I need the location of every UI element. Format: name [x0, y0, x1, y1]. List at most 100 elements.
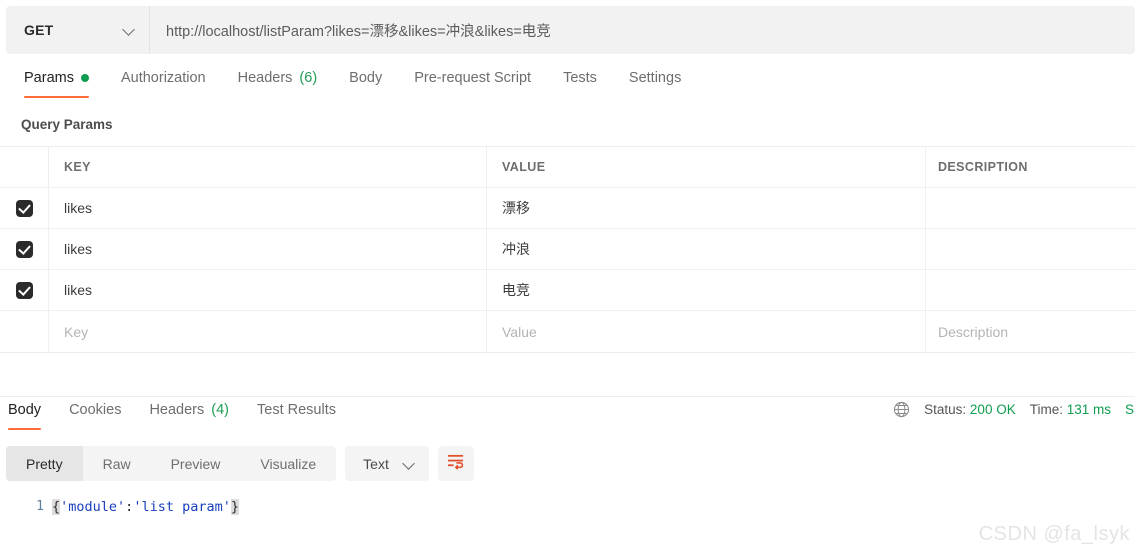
tab-headers-count: (6): [299, 70, 318, 86]
row-description-cell[interactable]: [926, 270, 1135, 310]
tab-settings-label: Settings: [628, 70, 682, 86]
table-row: likes 电竞: [0, 270, 1135, 311]
new-param-key-placeholder: Key: [64, 323, 89, 340]
tab-params[interactable]: Params: [8, 66, 105, 98]
response-view-mode-group: Pretty Raw Preview Visualize: [6, 446, 337, 481]
chevron-down-icon: [123, 24, 135, 36]
column-header-key: KEY: [64, 160, 91, 174]
tab-headers-label: Headers: [237, 70, 293, 86]
view-mode-visualize[interactable]: Visualize: [240, 446, 336, 481]
query-params-title: Query Params: [21, 117, 113, 132]
table-row-empty: Key Value Description: [0, 311, 1135, 352]
empty-row-checkbox-cell: [0, 311, 49, 352]
response-format-label: Text: [363, 455, 389, 472]
watermark: CSDN @fa_lsyk: [978, 523, 1130, 545]
param-key: likes: [64, 241, 93, 257]
url-bar: GET http://localhost/listParam?likes=漂移&…: [6, 6, 1135, 54]
query-params-table: KEY VALUE DESCRIPTION likes 漂移 likes 冲浪 …: [0, 146, 1135, 353]
table-header-row: KEY VALUE DESCRIPTION: [0, 147, 1135, 188]
row-key-cell[interactable]: likes: [49, 229, 487, 269]
status-group[interactable]: Status: 200 OK: [924, 402, 1016, 417]
column-header-value: VALUE: [502, 160, 546, 174]
row-value-cell[interactable]: 电竞: [487, 270, 926, 310]
new-param-value-input[interactable]: Value: [487, 311, 926, 352]
param-value: 电竞: [502, 282, 530, 298]
tab-settings[interactable]: Settings: [613, 66, 697, 98]
row-key-cell[interactable]: likes: [49, 188, 487, 228]
view-mode-raw[interactable]: Raw: [83, 446, 151, 481]
param-enabled-checkbox[interactable]: [15, 199, 33, 217]
param-enabled-checkbox[interactable]: [15, 281, 33, 299]
column-header-description: DESCRIPTION: [938, 160, 1028, 174]
open-brace: {: [52, 499, 61, 515]
wrap-text-button[interactable]: [437, 446, 474, 481]
view-mode-raw-label: Raw: [102, 455, 131, 472]
row-checkbox-cell: [0, 229, 49, 269]
table-row: likes 漂移: [0, 188, 1135, 229]
tab-response-cookies[interactable]: Cookies: [55, 398, 135, 430]
tab-pre-request-script-label: Pre-request Script: [414, 70, 532, 86]
tab-response-body[interactable]: Body: [0, 398, 55, 430]
tab-response-headers[interactable]: Headers (4): [135, 398, 243, 430]
param-key: likes: [64, 200, 93, 216]
params-modified-dot-icon: [80, 74, 89, 82]
row-value-cell[interactable]: 冲浪: [487, 229, 926, 269]
tab-authorization[interactable]: Authorization: [105, 66, 222, 98]
tab-response-headers-count: (4): [211, 402, 229, 418]
row-value-cell[interactable]: 漂移: [487, 188, 926, 228]
param-enabled-checkbox[interactable]: [15, 240, 33, 258]
new-param-key-input[interactable]: Key: [49, 311, 487, 352]
new-param-description-placeholder: Description: [938, 323, 1009, 340]
tab-test-results-label: Test Results: [257, 402, 336, 418]
view-mode-preview[interactable]: Preview: [151, 446, 241, 481]
close-brace: }: [230, 499, 239, 515]
chevron-down-icon: [403, 458, 415, 470]
time-group[interactable]: Time: 131 ms: [1030, 402, 1111, 417]
url-text: http://localhost/listParam?likes=漂移&like…: [166, 23, 551, 40]
row-key-cell[interactable]: likes: [49, 270, 487, 310]
view-mode-pretty-label: Pretty: [26, 455, 63, 472]
new-param-value-placeholder: Value: [502, 323, 537, 340]
tab-pre-request-script[interactable]: Pre-request Script: [398, 66, 547, 98]
row-description-cell[interactable]: [926, 229, 1135, 269]
code-content: {'module':'list param'}: [52, 497, 239, 517]
size-label-clipped[interactable]: S: [1125, 402, 1135, 417]
tab-body-label: Body: [349, 70, 383, 86]
status-value: 200 OK: [969, 402, 1016, 417]
param-value: 冲浪: [502, 241, 530, 257]
header-description-cell: DESCRIPTION: [926, 147, 1135, 187]
time-label: Time:: [1029, 402, 1063, 417]
json-key: 'module': [60, 499, 126, 515]
header-value-cell: VALUE: [487, 147, 926, 187]
tab-headers[interactable]: Headers (6): [222, 66, 334, 98]
http-method-select[interactable]: GET: [6, 6, 149, 54]
tab-test-results[interactable]: Test Results: [243, 398, 350, 430]
globe-icon: [893, 401, 910, 418]
json-value: 'list param': [133, 499, 231, 515]
tab-params-label: Params: [24, 70, 74, 86]
row-checkbox-cell: [0, 188, 49, 228]
header-checkbox-cell: [0, 147, 49, 187]
code-line: 1 {'module':'list param'}: [0, 490, 1135, 517]
view-mode-pretty[interactable]: Pretty: [6, 446, 83, 481]
line-number: 1: [36, 499, 44, 514]
url-input[interactable]: http://localhost/listParam?likes=漂移&like…: [149, 6, 1135, 54]
response-meta: Status: 200 OK Time: 131 ms S: [893, 401, 1135, 418]
tab-response-headers-label: Headers: [149, 402, 205, 418]
status-label: Status:: [924, 402, 967, 417]
view-mode-visualize-label: Visualize: [260, 455, 317, 472]
response-view-toolbar: Pretty Raw Preview Visualize Text: [6, 446, 474, 481]
response-body-viewer[interactable]: 1 {'module':'list param'}: [0, 490, 1135, 551]
tab-authorization-label: Authorization: [120, 70, 206, 86]
row-description-cell[interactable]: [926, 188, 1135, 228]
time-value: 131 ms: [1066, 402, 1111, 417]
http-method-label: GET: [24, 22, 54, 38]
postman-request-response-pane: GET http://localhost/listParam?likes=漂移&…: [0, 0, 1135, 551]
response-divider: [0, 396, 1135, 397]
row-checkbox-cell: [0, 270, 49, 310]
response-format-select[interactable]: Text: [345, 446, 429, 481]
request-tabs: Params Authorization Headers (6) Body Pr…: [0, 66, 1135, 103]
tab-tests[interactable]: Tests: [547, 66, 613, 98]
tab-body[interactable]: Body: [333, 66, 398, 98]
new-param-description-input[interactable]: Description: [926, 311, 1135, 352]
